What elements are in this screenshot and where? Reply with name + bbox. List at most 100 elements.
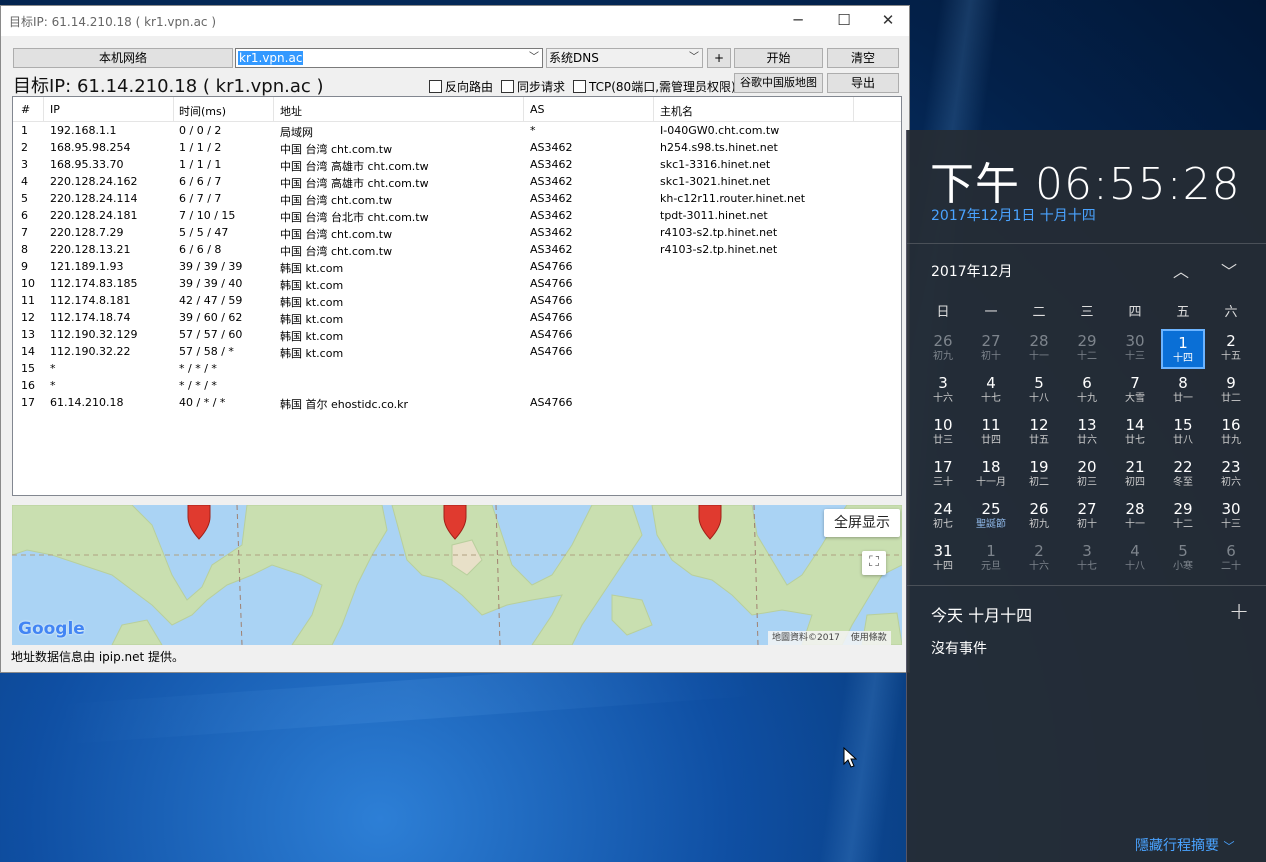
calendar-day[interactable]: 25 聖誕節: [969, 497, 1013, 537]
table-row[interactable]: 13 112.190.32.129 57 / 57 / 60 韩国 kt.com AS4…: [13, 326, 901, 343]
calendar-day[interactable]: 10 廿三: [921, 413, 965, 453]
local-network-button[interactable]: 本机网络: [13, 48, 233, 68]
table-row[interactable]: 10 112.174.83.185 39 / 39 / 40 韩国 kt.com AS4…: [13, 275, 901, 292]
calendar-day[interactable]: 5 小寒: [1161, 539, 1205, 579]
calendar-day[interactable]: 6 十九: [1065, 371, 1109, 411]
calendar-day[interactable]: 31 十四: [921, 539, 965, 579]
host-combobox[interactable]: kr1.vpn.ac ﹀: [235, 48, 543, 68]
map-terms-link[interactable]: 使用條款: [851, 633, 887, 643]
calendar-day[interactable]: 12 廿五: [1017, 413, 1061, 453]
calendar-day[interactable]: 14 廿七: [1113, 413, 1157, 453]
calendar-day[interactable]: 15 廿八: [1161, 413, 1205, 453]
cell-address: 中国 台湾 cht.com.tw: [280, 245, 393, 258]
sync-request-checkbox[interactable]: 同步请求: [501, 79, 565, 95]
column-header-hostname[interactable]: 主机名: [660, 103, 693, 119]
calendar-day[interactable]: 20 初三: [1065, 455, 1109, 495]
full-date-link[interactable]: 2017年12月1日 十月十四: [931, 205, 1096, 225]
checkbox-box[interactable]: [429, 80, 442, 93]
add-button[interactable]: +: [707, 48, 731, 68]
table-row[interactable]: 11 112.174.8.181 42 / 47 / 59 韩国 kt.com AS47…: [13, 292, 901, 309]
dns-select[interactable]: 系统DNS ﹀: [546, 48, 703, 68]
route-map[interactable]: 全屏显示 ⛶ Google 地圖資料©2017 使用條款: [12, 505, 902, 645]
table-row[interactable]: 17 61.14.210.18 40 / * / * 韩国 首尔 ehostidc.c…: [13, 394, 901, 411]
calendar-day[interactable]: 2 十五: [1209, 329, 1253, 369]
calendar-day[interactable]: 22 冬至: [1161, 455, 1205, 495]
column-header-as[interactable]: AS: [530, 103, 545, 116]
calendar-day[interactable]: 2 十六: [1017, 539, 1061, 579]
calendar-day[interactable]: 1 元旦: [969, 539, 1013, 579]
table-row[interactable]: 4 220.128.24.162 6 / 6 / 7 中国 台湾 高雄市 cht.co…: [13, 173, 901, 190]
calendar-day[interactable]: 23 初六: [1209, 455, 1253, 495]
calendar-day[interactable]: 21 初四: [1113, 455, 1157, 495]
hide-agenda-label: 隱藏行程摘要: [1135, 838, 1219, 854]
column-header-index[interactable]: #: [21, 103, 30, 116]
google-china-map-button[interactable]: 谷歌中国版地图: [734, 73, 823, 93]
map-fullscreen-button[interactable]: 全屏显示: [824, 509, 900, 537]
column-header-address[interactable]: 地址: [280, 103, 302, 119]
reverse-route-checkbox[interactable]: 反向路由: [429, 79, 493, 95]
calendar-day[interactable]: 30 十三: [1113, 329, 1157, 369]
table-row[interactable]: 15 * * / * / *: [13, 360, 901, 377]
checkbox-box[interactable]: [501, 80, 514, 93]
calendar-day[interactable]: 3 十七: [1065, 539, 1109, 579]
calendar-day[interactable]: 3 十六: [921, 371, 965, 411]
month-label[interactable]: 2017年12月: [931, 261, 1012, 281]
calendar-day[interactable]: 4 十八: [1113, 539, 1157, 579]
calendar-day[interactable]: 9 廿二: [1209, 371, 1253, 411]
chevron-down-icon[interactable]: ﹀: [689, 49, 699, 67]
calendar-day[interactable]: 29 十二: [1161, 497, 1205, 537]
calendar-day[interactable]: 16 廿九: [1209, 413, 1253, 453]
tcp-checkbox[interactable]: TCP(80端口,需管理员权限): [573, 79, 736, 95]
calendar-day[interactable]: 26 初九: [1017, 497, 1061, 537]
calendar-day[interactable]: 17 三十: [921, 455, 965, 495]
calendar-day[interactable]: 28 十一: [1113, 497, 1157, 537]
calendar-day[interactable]: 5 十八: [1017, 371, 1061, 411]
calendar-day[interactable]: 13 廿六: [1065, 413, 1109, 453]
calendar-day-today[interactable]: 1 十四: [1161, 329, 1205, 369]
maximize-button[interactable]: ☐: [821, 6, 867, 36]
hide-agenda-link[interactable]: 隱藏行程摘要 ﹀: [1135, 835, 1234, 855]
lunar-day-label: 初四: [1125, 477, 1145, 488]
table-row[interactable]: 3 168.95.33.70 1 / 1 / 1 中国 台湾 高雄市 cht.com.…: [13, 156, 901, 173]
calendar-day[interactable]: 8 廿一: [1161, 371, 1205, 411]
cell-index: 10: [21, 277, 35, 290]
calendar-day[interactable]: 27 初十: [1065, 497, 1109, 537]
calendar-day[interactable]: 27 初十: [969, 329, 1013, 369]
table-row[interactable]: 2 168.95.98.254 1 / 1 / 2 中国 台湾 cht.com.tw A…: [13, 139, 901, 156]
calendar-day[interactable]: 18 十一月: [969, 455, 1013, 495]
day-number: 20: [1077, 458, 1097, 476]
clear-button[interactable]: 清空: [827, 48, 899, 68]
calendar-day[interactable]: 11 廿四: [969, 413, 1013, 453]
table-row[interactable]: 16 * * / * / *: [13, 377, 901, 394]
calendar-day[interactable]: 30 十三: [1209, 497, 1253, 537]
calendar-day[interactable]: 28 十一: [1017, 329, 1061, 369]
table-row[interactable]: 6 220.128.24.181 7 / 10 / 15 中国 台湾 台北市 cht.…: [13, 207, 901, 224]
chevron-down-icon[interactable]: ﹀: [1221, 258, 1237, 282]
column-header-ip[interactable]: IP: [50, 103, 60, 116]
table-row[interactable]: 9 121.189.1.93 39 / 39 / 39 韩国 kt.com AS4766: [13, 258, 901, 275]
column-header-time[interactable]: 时间(ms): [179, 103, 226, 119]
table-row[interactable]: 7 220.128.7.29 5 / 5 / 47 中国 台湾 cht.com.tw A…: [13, 224, 901, 241]
calendar-day[interactable]: 4 十七: [969, 371, 1013, 411]
table-row[interactable]: 8 220.128.13.21 6 / 6 / 8 中国 台湾 cht.com.tw A…: [13, 241, 901, 258]
table-row[interactable]: 14 112.190.32.22 57 / 58 / * 韩国 kt.com AS476…: [13, 343, 901, 360]
calendar-day[interactable]: 26 初九: [921, 329, 965, 369]
add-event-button[interactable]: +: [1229, 597, 1249, 625]
chevron-down-icon[interactable]: ﹀: [529, 49, 539, 67]
table-row[interactable]: 12 112.174.18.74 39 / 60 / 62 韩国 kt.com AS47…: [13, 309, 901, 326]
chevron-down-icon: ﹀: [1223, 840, 1235, 853]
chevron-up-icon[interactable]: ︿: [1173, 258, 1189, 282]
start-button[interactable]: 开始: [734, 48, 823, 68]
calendar-day[interactable]: 24 初七: [921, 497, 965, 537]
checkbox-box[interactable]: [573, 80, 586, 93]
calendar-day[interactable]: 29 十二: [1065, 329, 1109, 369]
calendar-day[interactable]: 19 初二: [1017, 455, 1061, 495]
calendar-day[interactable]: 6 二十: [1209, 539, 1253, 579]
minimize-button[interactable]: ─: [775, 6, 821, 36]
close-button[interactable]: ✕: [865, 6, 911, 36]
export-button[interactable]: 导出: [827, 73, 899, 93]
expand-icon[interactable]: ⛶: [862, 551, 886, 575]
table-row[interactable]: 5 220.128.24.114 6 / 7 / 7 中国 台湾 cht.com.tw…: [13, 190, 901, 207]
table-row[interactable]: 1 192.168.1.1 0 / 0 / 2 局域网 * I-040GW0.cht.co…: [13, 122, 901, 139]
calendar-day[interactable]: 7 大雪: [1113, 371, 1157, 411]
